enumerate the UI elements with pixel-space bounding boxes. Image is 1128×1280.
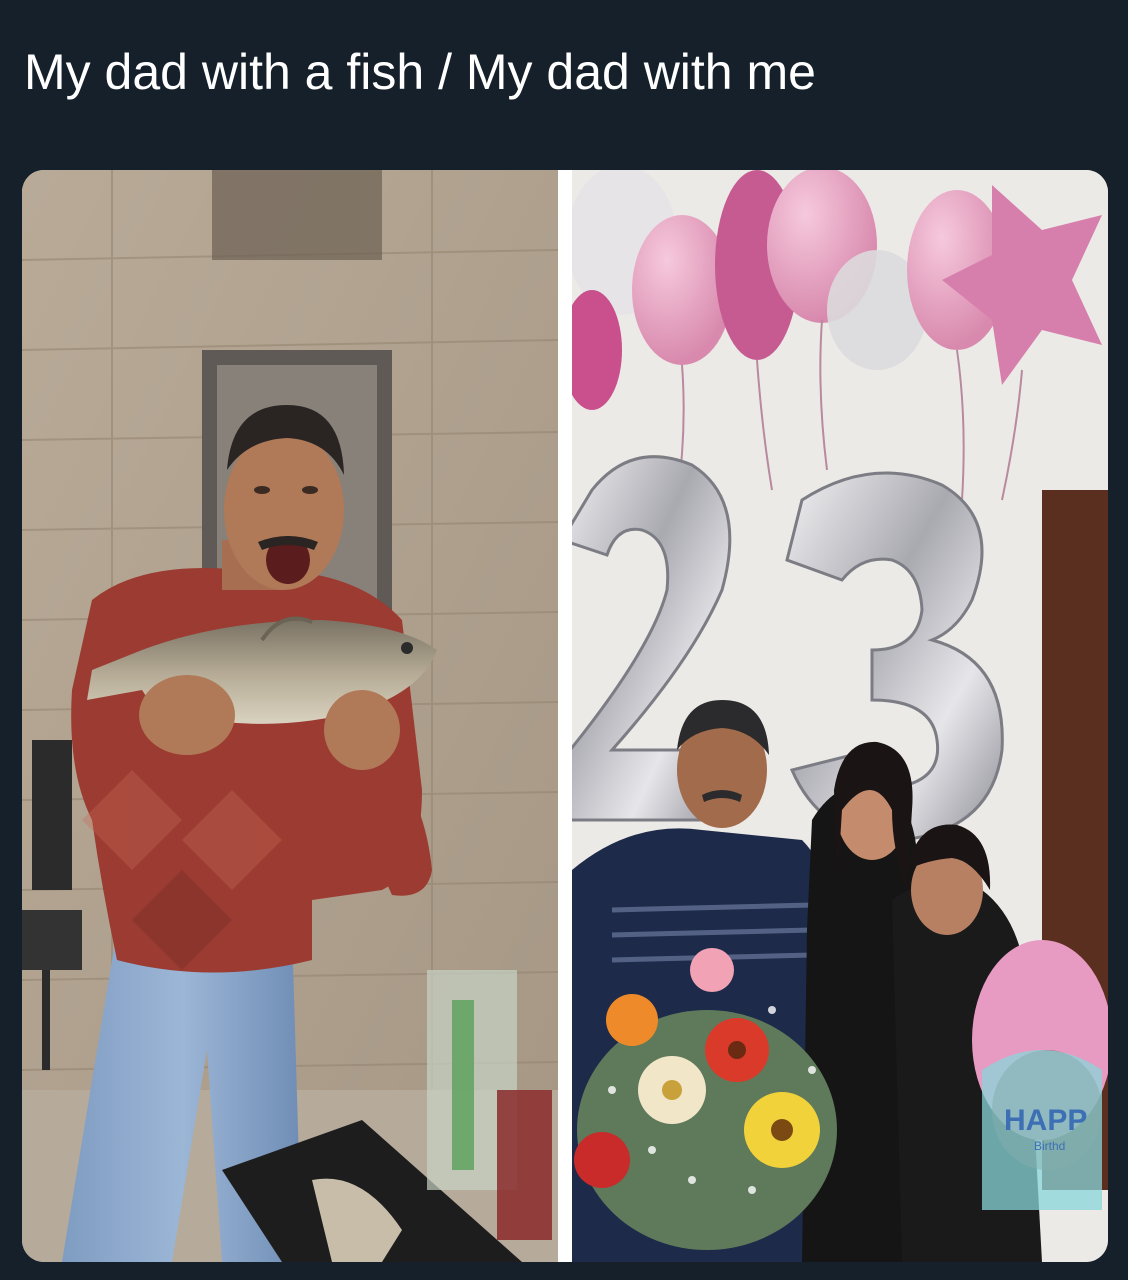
photo-man-holding-fish — [22, 170, 558, 1262]
right-hand — [324, 690, 400, 770]
balloon-text-happy: HAPP — [1004, 1104, 1087, 1137]
birthday-photo-illustration: HAPP Birthd — [572, 170, 1108, 1262]
wall-opening-top — [212, 170, 382, 260]
photo-divider — [558, 170, 572, 1262]
balloon-text-birthday: Birthd — [1034, 1139, 1065, 1153]
photo-birthday-family: HAPP Birthd — [572, 170, 1108, 1262]
post-text: My dad with a fish / My dad with me — [24, 44, 816, 100]
fish-photo-illustration — [22, 170, 558, 1262]
man-head — [224, 405, 344, 590]
left-hand — [139, 675, 235, 755]
post-image[interactable]: HAPP Birthd — [22, 170, 1108, 1262]
happy-birthday-balloon — [972, 940, 1108, 1210]
tweet-post: My dad with a fish / My dad with me HAPP… — [0, 0, 1128, 1280]
